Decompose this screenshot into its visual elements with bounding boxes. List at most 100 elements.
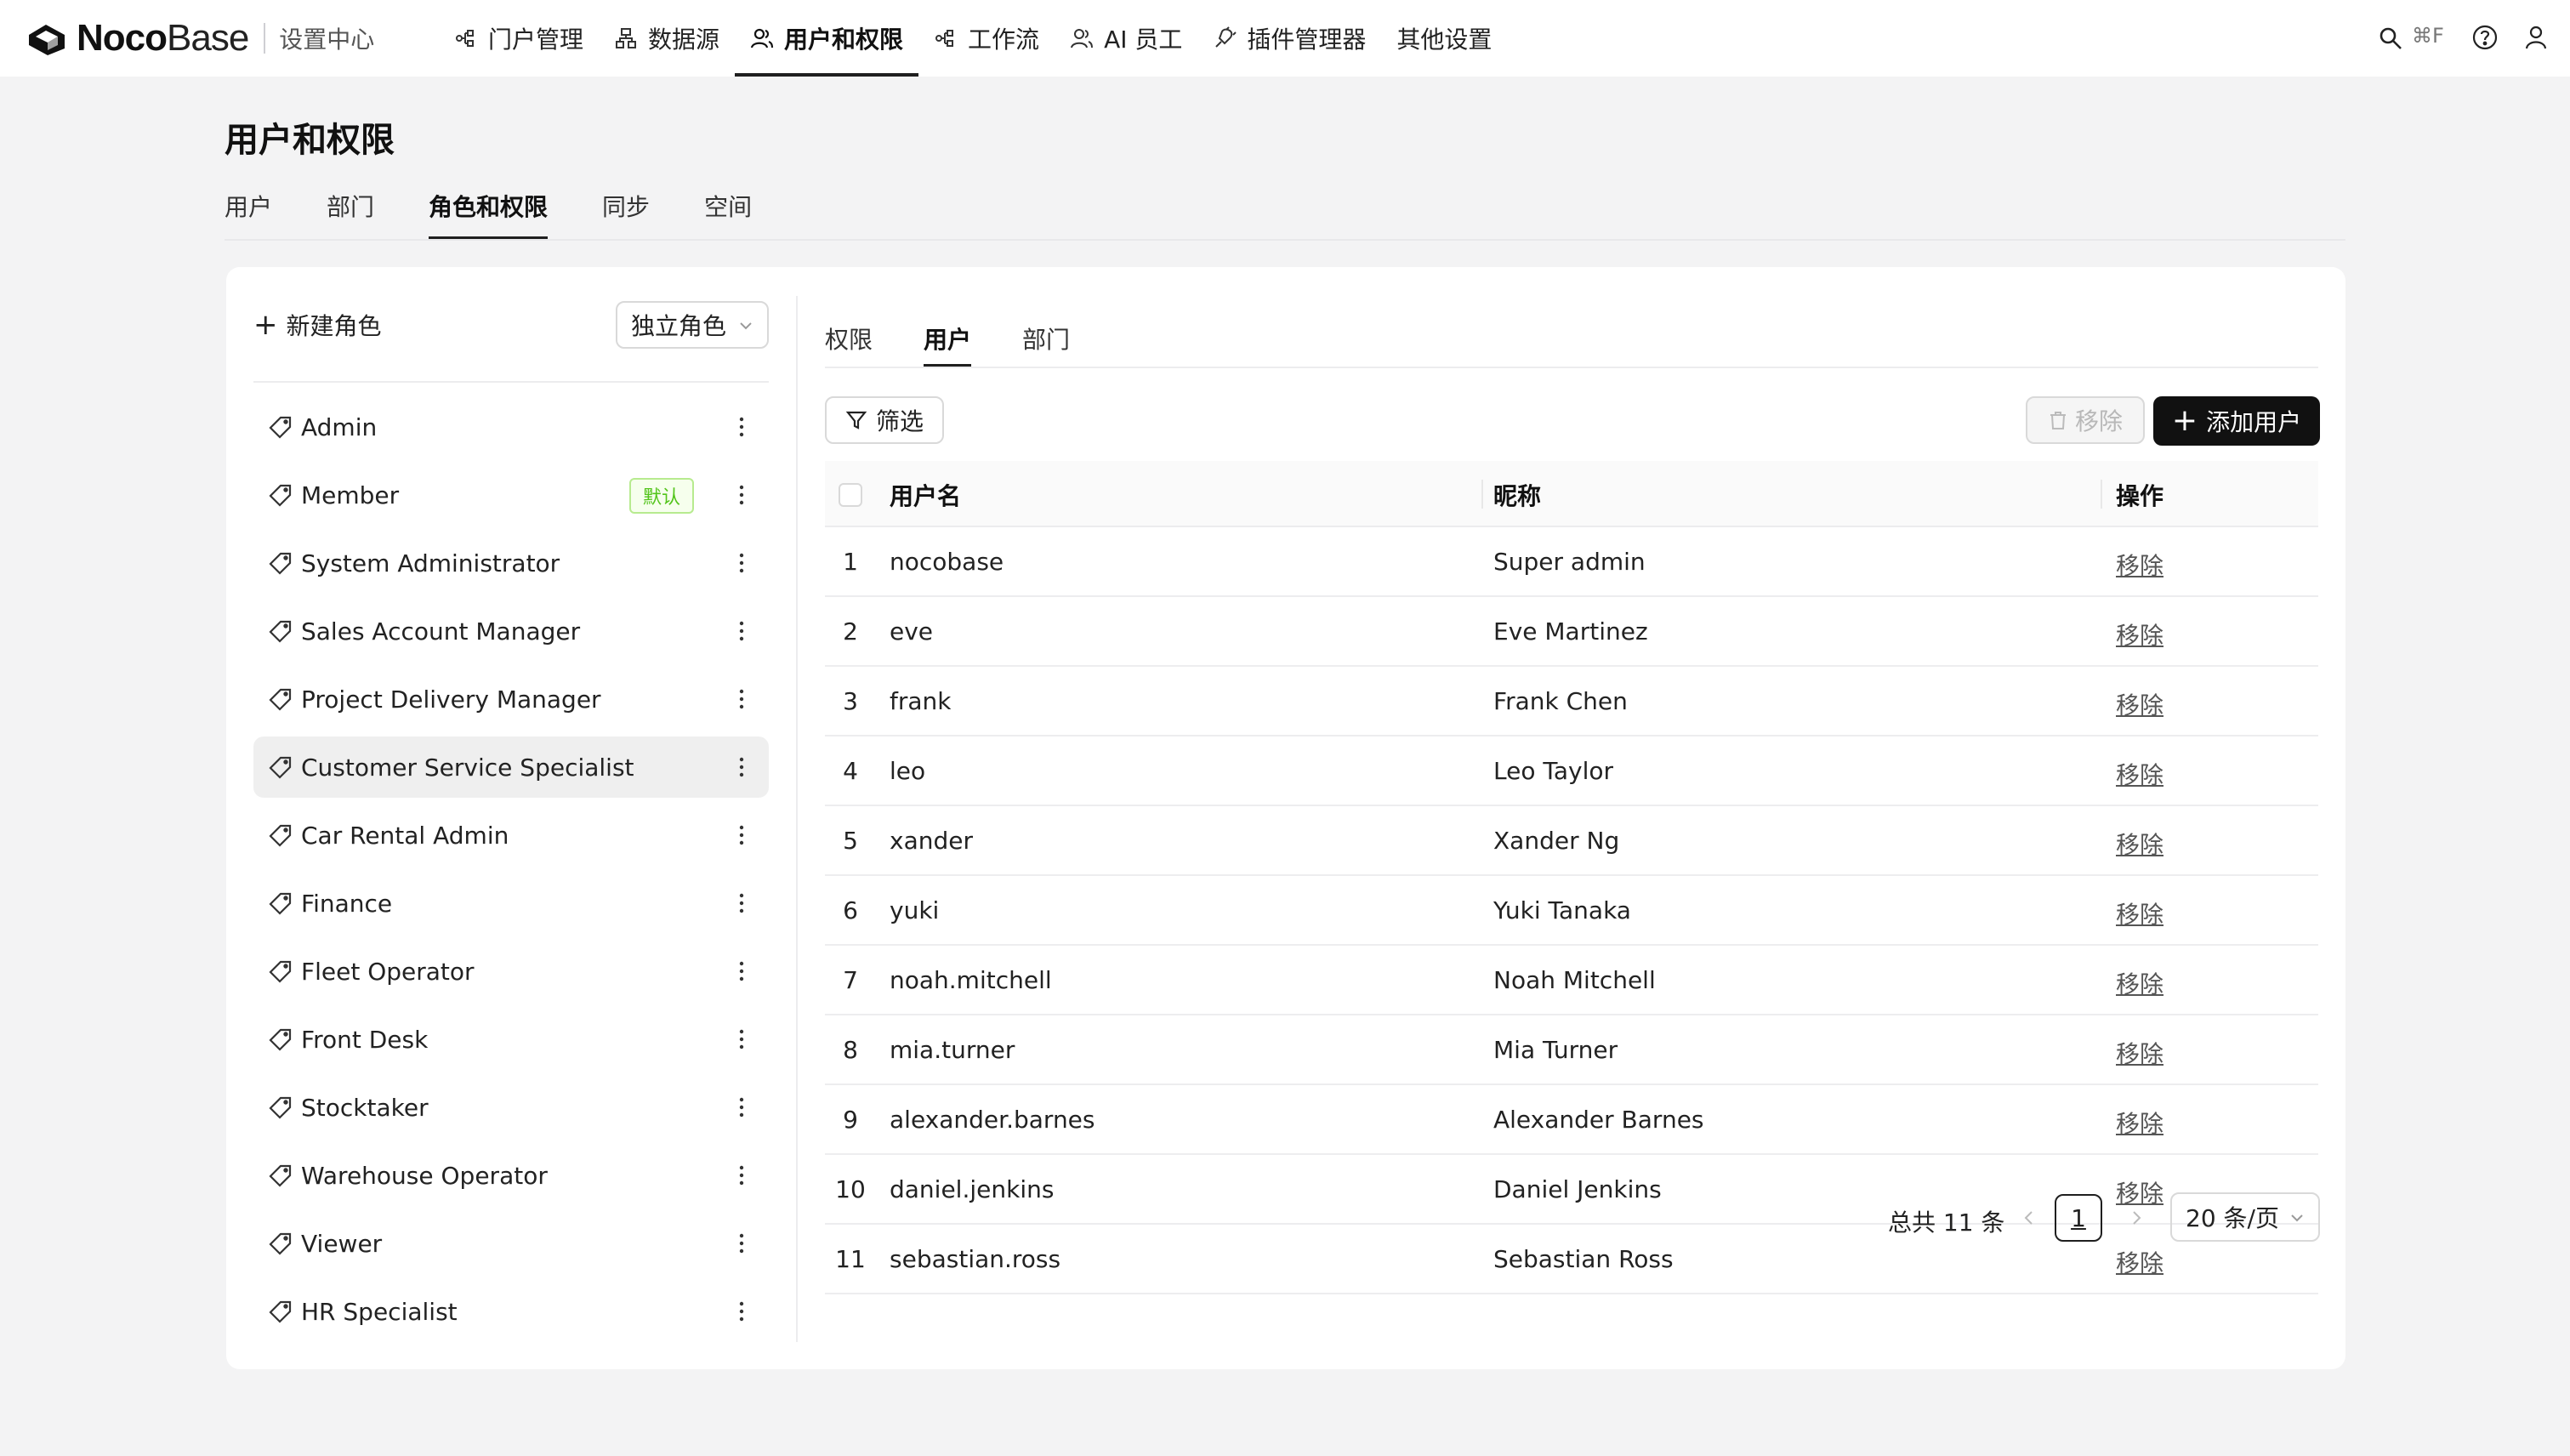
remove-link[interactable]: 移除 (2116, 1245, 2163, 1279)
pagination-page[interactable]: 1 (2055, 1194, 2102, 1242)
remove-link[interactable]: 移除 (2116, 1036, 2163, 1070)
cell-username: nocobase (890, 548, 1004, 576)
remove-link[interactable]: 移除 (2116, 827, 2163, 861)
cell-nickname: Noah Mitchell (1493, 966, 1656, 994)
chevron-down-icon (2291, 1214, 2303, 1222)
nav-item-ai-employee[interactable]: AI 员工 (1055, 0, 1197, 77)
filter-button[interactable]: 筛选 (825, 396, 944, 444)
remove-link[interactable]: 移除 (2116, 548, 2163, 582)
nav-item-portal[interactable]: 门户管理 (439, 0, 599, 77)
tabs-divider (225, 239, 2345, 241)
nav-item-users-permissions[interactable]: 用户和权限 (735, 0, 919, 77)
portal-icon (456, 30, 474, 47)
tag-icon (269, 1028, 292, 1051)
new-role-label: 新建角色 (286, 312, 382, 340)
table-row[interactable]: 8 mia.turner Mia Turner 移除 (825, 1015, 2318, 1085)
role-item[interactable]: Member 默认 (253, 464, 769, 526)
users-permissions-icon (750, 28, 774, 48)
role-item[interactable]: Stocktaker (253, 1077, 769, 1138)
nav-item-plugin-manager[interactable]: 插件管理器 (1197, 0, 1381, 77)
table-row[interactable]: 6 yuki Yuki Tanaka 移除 (825, 876, 2318, 946)
table-row[interactable]: 5 xander Xander Ng 移除 (825, 806, 2318, 876)
table-row[interactable]: 7 noah.mitchell Noah Mitchell 移除 (825, 946, 2318, 1015)
column-nickname[interactable]: 昵称 (1493, 478, 1541, 512)
role-name: Car Rental Admin (301, 821, 509, 850)
new-role-button[interactable]: + 新建角色 (253, 301, 382, 349)
remove-link[interactable]: 移除 (2116, 617, 2163, 651)
tag-icon (269, 1164, 292, 1187)
cell-nickname: Super admin (1493, 548, 1646, 576)
role-name: Member (301, 481, 400, 509)
nav-item-other-settings[interactable]: 其他设置 (1381, 0, 1507, 77)
more-vertical-icon[interactable] (738, 959, 745, 983)
more-vertical-icon[interactable] (738, 1231, 745, 1255)
role-item[interactable]: Car Rental Admin (253, 805, 769, 866)
tab-departments[interactable]: 部门 (327, 185, 374, 240)
cell-nickname: Mia Turner (1493, 1036, 1618, 1064)
nav-item-datasource[interactable]: 数据源 (599, 0, 735, 77)
help-icon[interactable] (2471, 24, 2499, 51)
remove-selected-button[interactable]: 移除 (2026, 396, 2145, 444)
search-icon[interactable] (2378, 26, 2403, 51)
tab-users[interactable]: 用户 (225, 185, 272, 240)
column-username[interactable]: 用户名 (890, 478, 961, 512)
more-vertical-icon[interactable] (738, 755, 745, 779)
remove-link[interactable]: 移除 (2116, 966, 2163, 1000)
remove-link[interactable]: 移除 (2116, 757, 2163, 791)
brand-logo-area[interactable]: NocoBase 设置中心 (26, 0, 374, 77)
more-vertical-icon[interactable] (738, 619, 745, 643)
table-row[interactable]: 3 frank Frank Chen 移除 (825, 667, 2318, 737)
chevron-left-icon[interactable] (2019, 1208, 2039, 1228)
remove-link[interactable]: 移除 (2116, 687, 2163, 721)
more-vertical-icon[interactable] (738, 1027, 745, 1051)
role-item[interactable]: Front Desk (253, 1009, 769, 1070)
tab-sync[interactable]: 同步 (602, 185, 650, 240)
table-row[interactable]: 2 eve Eve Martinez 移除 (825, 597, 2318, 667)
user-account-icon[interactable] (2522, 24, 2550, 51)
page-size-select[interactable]: 20 条/页 (2170, 1192, 2320, 1242)
role-item[interactable]: Viewer (253, 1213, 769, 1274)
tab-role-departments[interactable]: 部门 (1022, 304, 1070, 367)
table-row[interactable]: 9 alexander.barnes Alexander Barnes 移除 (825, 1085, 2318, 1155)
select-all-checkbox[interactable] (839, 483, 862, 507)
more-vertical-icon[interactable] (738, 823, 745, 847)
role-item[interactable]: Finance (253, 873, 769, 934)
tab-roles-permissions[interactable]: 角色和权限 (429, 185, 549, 240)
more-vertical-icon[interactable] (738, 1163, 745, 1187)
more-vertical-icon[interactable] (738, 1300, 745, 1323)
chevron-right-icon[interactable] (2126, 1208, 2146, 1228)
role-item[interactable]: Sales Account Manager (253, 600, 769, 662)
tab-permissions[interactable]: 权限 (825, 304, 873, 367)
role-name: Fleet Operator (301, 957, 475, 986)
more-vertical-icon[interactable] (738, 687, 745, 711)
remove-link[interactable]: 移除 (2116, 1106, 2163, 1140)
more-vertical-icon[interactable] (738, 483, 745, 507)
tab-spaces[interactable]: 空间 (704, 185, 752, 240)
remove-link[interactable]: 移除 (2116, 896, 2163, 930)
role-item[interactable]: System Administrator (253, 532, 769, 594)
tab-role-users[interactable]: 用户 (924, 304, 972, 367)
role-item[interactable]: HR Specialist (253, 1281, 769, 1342)
role-name: Customer Service Specialist (301, 753, 634, 782)
brand-subtitle: 设置中心 (279, 26, 375, 54)
table-row[interactable]: 1 nocobase Super admin 移除 (825, 527, 2318, 597)
role-mode-select[interactable]: 独立角色 (616, 301, 769, 349)
roles-card: + 新建角色 独立角色 Admin Member 默认 System Admin… (226, 267, 2345, 1369)
role-item[interactable]: Project Delivery Manager (253, 668, 769, 730)
nav-label-datasource: 数据源 (648, 26, 720, 54)
role-item[interactable]: Admin (253, 396, 769, 458)
add-user-button[interactable]: + 添加用户 (2153, 396, 2320, 446)
more-vertical-icon[interactable] (738, 415, 745, 439)
more-vertical-icon[interactable] (738, 891, 745, 915)
role-item-selected[interactable]: Customer Service Specialist (253, 737, 769, 798)
more-vertical-icon[interactable] (738, 1095, 745, 1119)
more-vertical-icon[interactable] (738, 551, 745, 575)
nav-item-workflow[interactable]: 工作流 (918, 0, 1055, 77)
tag-icon (269, 892, 292, 915)
page-title: 用户和权限 (225, 121, 395, 160)
table-row[interactable]: 4 leo Leo Taylor 移除 (825, 737, 2318, 806)
nav-label-other-settings: 其他设置 (1396, 26, 1493, 54)
role-item[interactable]: Warehouse Operator (253, 1145, 769, 1206)
pagination-total: 总共 11 条 (1888, 1209, 2005, 1237)
role-item[interactable]: Fleet Operator (253, 941, 769, 1002)
